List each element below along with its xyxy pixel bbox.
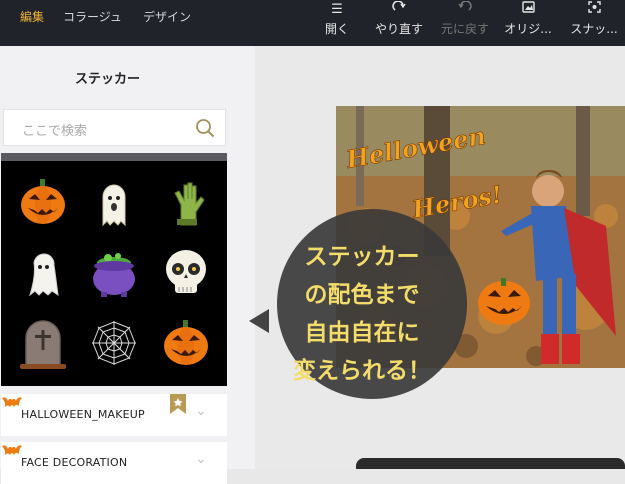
callout-line: 変えられる！ [293,358,431,384]
bat-icon [1,442,23,462]
search-input[interactable]: ここで検索 [3,109,226,146]
sticker-grid [1,153,227,386]
callout-line: 自由自在に [304,320,420,346]
callout-line: の配色まで [304,282,420,308]
chevron-down-icon[interactable]: ⌄ [195,451,207,467]
tombstone-sticker[interactable] [16,316,70,370]
callout-text: ステッカー の配色まで 自由自在に 変えられる！ [262,238,462,390]
panel-title: ステッカー [74,72,140,87]
grid-header-strip [1,153,227,161]
spider-web-sticker[interactable] [87,316,141,370]
open-button[interactable]: ☰ 開く [318,0,356,46]
open-label: 開く [324,22,349,36]
sticker-panel: ステッカー ここで検索 HALLOWEEN_MAKEUP ⌄ FACE DECO… [0,46,255,484]
image-icon [502,0,554,22]
cauldron-sticker[interactable] [87,245,141,299]
callout-line: ステッカー [304,244,420,270]
tab-design[interactable]: デザイン [143,8,191,25]
bookmark-icon[interactable] [168,394,188,418]
undo-icon [437,0,493,22]
search-placeholder: ここで検索 [22,124,88,139]
search-icon[interactable] [195,118,215,142]
snapshot-icon [566,0,622,22]
category-face-decoration[interactable]: FACE DECORATION ⌄ [1,442,227,484]
bottom-panel-edge [356,458,625,469]
snapshot-button[interactable]: スナッ... [566,0,622,46]
zombie-hand-sticker[interactable] [159,175,213,229]
bat-icon [1,394,23,414]
redo-label: やり直す [374,22,423,36]
undo-label: 元に戻す [440,22,489,36]
category-label: FACE DECORATION [21,456,128,469]
menu-icon: ☰ [331,2,343,17]
jack-o-lantern-sticker[interactable] [159,316,213,370]
chevron-down-icon[interactable]: ⌄ [195,403,207,419]
undo-button[interactable]: 元に戻す [437,0,493,46]
original-label: オリジ... [504,22,552,36]
redo-button[interactable]: やり直す [370,0,428,46]
skull-sticker[interactable] [159,245,213,299]
redo-icon [370,0,428,22]
snapshot-label: スナッ... [570,22,618,36]
ghost-sticker[interactable] [16,245,70,299]
category-label: HALLOWEEN_MAKEUP [21,408,145,421]
original-button[interactable]: オリジ... [502,0,554,46]
ghost-sticker[interactable] [87,175,141,229]
jack-o-lantern-sticker[interactable] [16,175,70,229]
tab-collage[interactable]: コラージュ [63,8,122,25]
tab-edit[interactable]: 編集 [20,8,44,25]
top-toolbar: 編集 コラージュ デザイン ☰ 開く やり直す 元に戻す オリジ... スナッ.… [0,0,625,46]
category-halloween-makeup[interactable]: HALLOWEEN_MAKEUP ⌄ [1,394,227,436]
